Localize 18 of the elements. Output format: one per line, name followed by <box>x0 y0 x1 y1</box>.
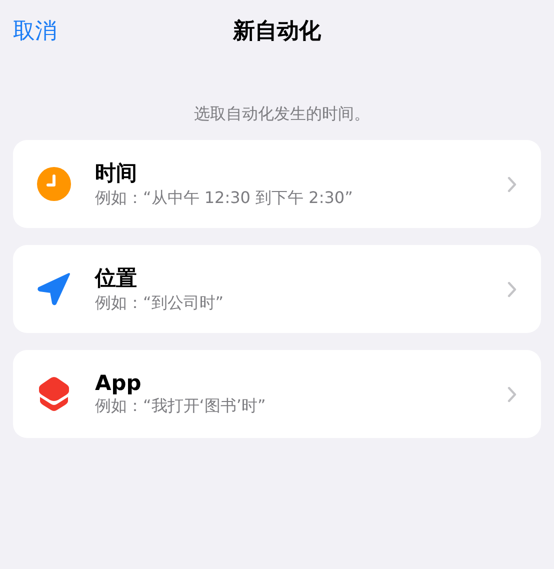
chevron-icon <box>507 176 517 192</box>
option-example: 例如：“从中午 12:30 到下午 2:30” <box>95 188 354 209</box>
option-title: 位置 <box>95 265 138 292</box>
option-title: App <box>95 371 142 395</box>
location-arrow-icon <box>37 272 71 306</box>
option-card[interactable]: 时间 例如：“从中午 12:30 到下午 2:30” <box>13 140 541 228</box>
option-card[interactable]: 位置 例如：“到公司时” <box>13 245 541 333</box>
prompt-text: 选取自动化发生的时间。 <box>193 104 371 125</box>
clock-icon <box>37 167 71 201</box>
cancel-button[interactable]: 取消 <box>13 16 57 46</box>
option-example: 例如：“到公司时” <box>95 293 225 314</box>
nav-title: 新自动化 <box>233 18 321 46</box>
option-title: 时间 <box>95 160 138 187</box>
chevron-icon <box>507 386 517 402</box>
layers-icon <box>37 375 71 413</box>
option-card[interactable]: App 例如：“我打开‘图书’时” <box>13 350 541 438</box>
chevron-icon <box>507 280 517 298</box>
option-example: 例如：“我打开‘图书’时” <box>95 396 267 417</box>
